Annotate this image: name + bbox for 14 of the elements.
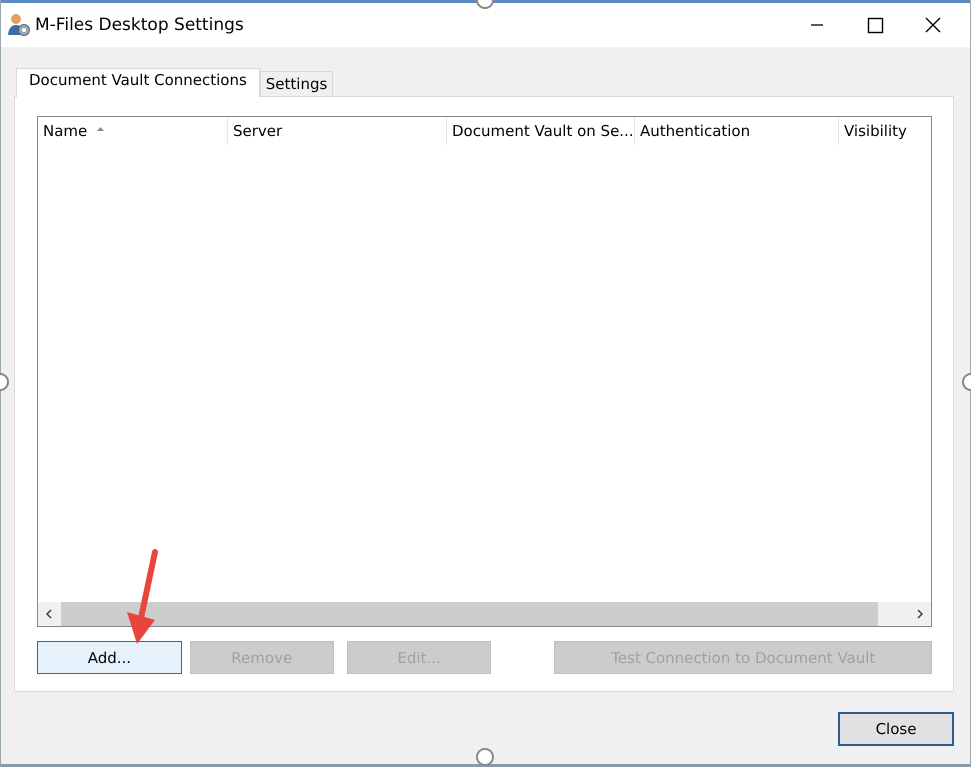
close-button[interactable]: Close <box>838 712 954 746</box>
scroll-right-icon[interactable] <box>916 609 924 619</box>
tab[interactable]: Settings <box>260 71 334 96</box>
column-header[interactable]: Name <box>43 122 88 140</box>
column-header[interactable]: Authentication <box>640 122 750 140</box>
button[interactable]: Add... <box>37 641 182 674</box>
window-title: M-Files Desktop Settings <box>35 15 244 35</box>
column-header[interactable]: Visibility <box>844 122 907 140</box>
scroll-left-icon[interactable] <box>45 609 53 619</box>
column-header[interactable]: Document Vault on Se... <box>452 122 634 140</box>
tab[interactable]: Document Vault Connections <box>16 68 260 97</box>
app-icon <box>7 13 31 37</box>
column-header[interactable]: Server <box>233 122 282 140</box>
resize-handle-icon[interactable] <box>475 747 495 767</box>
